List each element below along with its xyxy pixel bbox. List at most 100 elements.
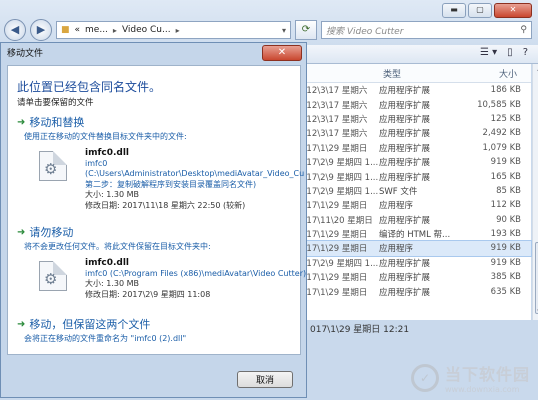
cell-date: 017\1\29 星期日: [301, 143, 368, 154]
cell-date: 012\3\17 星期六: [301, 114, 368, 125]
table-row[interactable]: 017\1\29 星期日 应用程序扩展 635 KB: [301, 284, 531, 298]
view-options-icon[interactable]: ☰ ▾: [480, 47, 497, 58]
maximize-button[interactable]: ▢: [468, 3, 492, 18]
cell-type: 应用程序: [379, 201, 414, 212]
table-row[interactable]: 017\2\9 星期四 1... 应用程序扩展 165 KB: [301, 169, 531, 183]
file-path-line: (C:\Users\Administrator\Desktop\mediAvat…: [85, 169, 305, 178]
table-row[interactable]: 017\11\20 星期日 应用程序扩展 90 KB: [301, 213, 531, 227]
table-row[interactable]: 012\3\17 星期六 应用程序扩展 186 KB: [301, 83, 531, 97]
option-keep-both[interactable]: ➜ 移动，但保留这两个文件 会将正在移动的文件重命名为 "imfc0 (2).d…: [17, 316, 295, 344]
file-size: 大小: 1.30 MB: [85, 279, 139, 288]
cell-size: 2,492 KB: [482, 128, 521, 139]
option-move-and-replace[interactable]: ➜ 移动和替换 使用正在移动的文件替换目标文件夹中的文件: ⚙ imfc0.dl…: [17, 114, 305, 214]
file-path-line: 第二步：复制破解程序到安装目录覆盖同名文件): [85, 179, 257, 189]
move-file-dialog: 移动文件 ✕ 此位置已经包含同名文件。 请单击要保留的文件 ➜ 移动和替换 使用…: [0, 42, 307, 398]
cell-size: 125 KB: [490, 113, 521, 124]
file-size: 大小: 1.30 MB: [85, 190, 139, 199]
table-row[interactable]: 017\1\29 星期日 应用程序扩展 1,079 KB: [301, 141, 531, 155]
cell-size: 193 KB: [490, 229, 521, 240]
dialog-close-button[interactable]: ✕: [262, 45, 302, 61]
option-dont-move[interactable]: ➜ 请勿移动 将不会更改任何文件。将此文件保留在目标文件夹中: ⚙ imfc0.…: [17, 224, 307, 324]
chevron-down-icon[interactable]: ▾: [282, 26, 286, 35]
search-input[interactable]: 搜索 Video Cutter ⚲: [321, 21, 532, 39]
cell-size: 165 KB: [490, 171, 521, 182]
cell-type: 应用程序扩展: [379, 215, 431, 226]
table-row[interactable]: 017\1\29 星期日 应用程序 919 KB: [300, 240, 532, 257]
table-row[interactable]: 017\1\29 星期日 应用程序扩展 385 KB: [301, 270, 531, 284]
cell-type: 应用程序扩展: [379, 258, 431, 269]
option-title[interactable]: 移动，但保留这两个文件: [29, 316, 150, 332]
table-row[interactable]: 012\3\17 星期六 应用程序扩展 125 KB: [301, 112, 531, 126]
cell-size: 1,079 KB: [482, 142, 521, 153]
dll-file-icon: ⚙: [39, 151, 67, 181]
file-modified: 修改日期: 2017\2\9 星期四 11:08: [85, 289, 211, 299]
help-icon[interactable]: ?: [523, 47, 528, 58]
close-button[interactable]: ✕: [494, 3, 532, 18]
address-bar[interactable]: ■ « me... ▸ Video Cu... ▸ ▾: [56, 21, 291, 39]
option-description: 会将正在移动的文件重命名为 "imfc0 (2).dll": [24, 334, 187, 343]
table-row[interactable]: 017\1\29 星期日 编译的 HTML 帮... 193 KB: [301, 227, 531, 241]
file-path-line: imfc0 (C:\Program Files (x86)\mediAvatar…: [85, 268, 307, 278]
cell-type: 应用程序扩展: [379, 129, 431, 140]
option-description: 将不会更改任何文件。将此文件保留在目标文件夹中:: [24, 242, 211, 251]
watermark-url: www.downxia.com: [444, 385, 520, 394]
file-modified: 修改日期: 2017\11\18 星期六 22:50 (较新): [85, 200, 246, 210]
cell-type: 应用程序扩展: [379, 287, 431, 298]
cell-type: 应用程序扩展: [379, 172, 431, 183]
table-row[interactable]: 017\2\9 星期四 1... 应用程序扩展 919 KB: [301, 256, 531, 270]
column-size[interactable]: 大小: [459, 67, 521, 80]
cell-size: 90 KB: [496, 214, 521, 225]
cell-size: 10,585 KB: [477, 99, 521, 110]
refresh-button[interactable]: ⟳: [295, 20, 317, 40]
cell-type: 应用程序扩展: [379, 143, 431, 154]
address-crumb[interactable]: Video Cu...: [122, 25, 171, 35]
option-title[interactable]: 移动和替换: [29, 114, 84, 130]
cell-date: 017\1\29 星期日: [301, 230, 368, 241]
table-row[interactable]: 012\3\17 星期六 应用程序扩展 10,585 KB: [301, 97, 531, 111]
forward-button[interactable]: ▶: [30, 19, 52, 41]
dialog-body: 此位置已经包含同名文件。 请单击要保留的文件 ➜ 移动和替换 使用正在移动的文件…: [7, 65, 307, 355]
cell-type: 应用程序扩展: [379, 114, 431, 125]
window-caption-buttons: ▬ ▢ ✕: [442, 3, 532, 18]
watermark-title: 当下软件园: [444, 365, 530, 384]
table-row[interactable]: 012\3\17 星期六 应用程序扩展 2,492 KB: [301, 126, 531, 140]
chevron-right-icon: ▸: [112, 25, 117, 35]
file-rows: 012\3\17 星期六 应用程序扩展 186 KB 012\3\17 星期六 应用程序…: [300, 83, 532, 299]
scroll-down-icon[interactable]: ▼: [533, 308, 538, 320]
file-list: 类型 大小 012\3\17 星期六 应用程序扩展 186 KB 012\3\17 星…: [300, 64, 538, 320]
scroll-up-icon[interactable]: ▲: [533, 64, 538, 76]
preview-pane-icon[interactable]: ▯: [507, 47, 513, 58]
cell-date: 017\1\29 星期日: [301, 273, 368, 284]
table-row[interactable]: 017\2\9 星期四 1... 应用程序扩展 919 KB: [301, 155, 531, 169]
table-row[interactable]: 017\2\9 星期四 1... SWF 文件 85 KB: [301, 184, 531, 198]
table-row[interactable]: 017\1\29 星期日 应用程序 112 KB: [301, 198, 531, 212]
search-placeholder: 搜索 Video Cutter: [326, 26, 404, 37]
conflict-instruction: 请单击要保留的文件: [17, 98, 94, 108]
watermark-logo-icon: ✓: [410, 363, 439, 392]
conflict-headline: 此位置已经包含同名文件。: [17, 80, 162, 94]
cell-size: 85 KB: [496, 185, 521, 196]
minimize-button[interactable]: ▬: [442, 3, 466, 18]
address-crumb[interactable]: me...: [85, 25, 108, 35]
cancel-button[interactable]: 取消: [237, 371, 293, 388]
search-icon[interactable]: ⚲: [520, 25, 527, 35]
cell-date: 012\3\17 星期六: [301, 100, 368, 111]
green-arrow-icon: ➜: [17, 116, 26, 128]
cell-type: 编译的 HTML 帮...: [379, 230, 451, 241]
column-type[interactable]: 类型: [379, 67, 459, 80]
cell-type: 应用程序扩展: [379, 158, 431, 169]
cell-date: 017\2\9 星期四 1...: [301, 172, 379, 183]
cell-size: 385 KB: [490, 272, 521, 283]
back-button[interactable]: ◀: [4, 19, 26, 41]
cell-date: 012\3\17 星期六: [301, 86, 368, 97]
vertical-scrollbar[interactable]: ▲ ▼: [532, 64, 538, 320]
cell-size: 186 KB: [490, 85, 521, 96]
file-name: imfc0.dll: [85, 148, 130, 158]
cell-size: 112 KB: [490, 200, 521, 211]
address-crumb: «: [74, 25, 81, 35]
details-pane: 017\1\29 星期日 12:21: [300, 320, 530, 338]
file-list-header: 类型 大小: [301, 64, 531, 83]
cell-date: 017\2\9 星期四 1...: [301, 258, 379, 269]
option-title[interactable]: 请勿移动: [29, 224, 73, 240]
cell-date: 017\2\9 星期四 1...: [301, 158, 379, 169]
